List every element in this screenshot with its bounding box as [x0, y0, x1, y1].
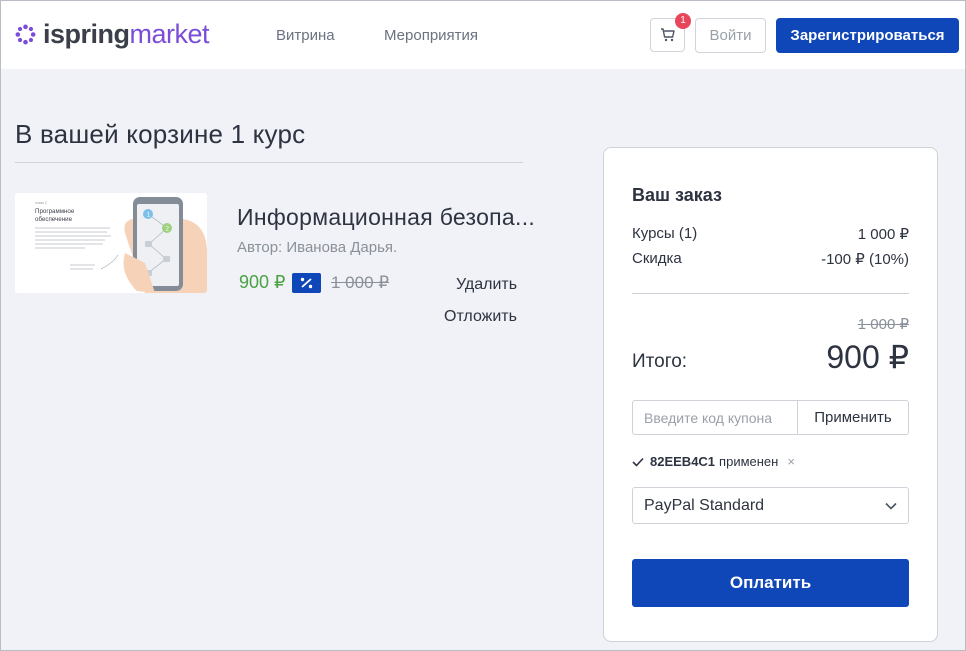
coupon-status: 82EEB4C1 применен × — [632, 454, 795, 469]
course-author: Автор: Иванова Дарья. — [237, 239, 398, 256]
total-price: 900 ₽ — [826, 339, 909, 375]
top-header: ispringmarket Витрина Мероприятия 1 Войт… — [1, 1, 965, 69]
logo-text-market: market — [129, 19, 210, 49]
pay-button[interactable]: Оплатить — [632, 559, 909, 607]
chevron-down-icon — [885, 502, 897, 510]
ispring-logo-icon — [15, 24, 36, 45]
course-title[interactable]: Информационная безопа... — [237, 204, 535, 231]
courses-sum-value: 1 000 ₽ — [857, 226, 909, 243]
login-button[interactable]: Войти — [695, 18, 766, 53]
svg-text:глава 2: глава 2 — [35, 201, 47, 205]
total-label: Итого: — [632, 351, 688, 372]
total-old-price: 1 000 ₽ — [857, 316, 909, 333]
thumb-heading-line2: обеспечение — [35, 216, 73, 223]
discount-value: -100 ₽ (10%) — [821, 251, 909, 268]
discount-label: Скидка — [632, 250, 682, 267]
order-divider — [632, 293, 909, 294]
course-price: 900 ₽ — [239, 272, 286, 292]
nav-events-link[interactable]: Мероприятия — [384, 27, 478, 44]
discount-icon — [292, 273, 321, 293]
payment-method-value: PayPal Standard — [644, 497, 765, 514]
postpone-course-button[interactable]: Отложить — [444, 308, 517, 326]
cart-icon — [660, 28, 675, 42]
applied-coupon-code: 82EEB4C1 — [650, 454, 716, 469]
close-icon[interactable]: × — [787, 454, 795, 469]
nav-showcase-link[interactable]: Витрина — [276, 27, 335, 44]
order-title: Ваш заказ — [632, 185, 722, 205]
page-title: В вашей корзине 1 курс — [15, 119, 306, 149]
course-thumbnail[interactable]: глава 2 Программное обеспечение 1 2 — [15, 193, 207, 293]
payment-method-select[interactable]: PayPal Standard — [632, 487, 909, 524]
register-button[interactable]: Зарегистрироваться — [776, 18, 959, 53]
check-icon — [632, 457, 644, 467]
coupon-code-input[interactable] — [632, 400, 798, 435]
course-thumbnail-illustration: глава 2 Программное обеспечение 1 2 — [15, 193, 207, 293]
order-summary-card: Ваш заказ Курсы (1) 1 000 ₽ Скидка -100 … — [603, 147, 938, 642]
title-divider — [15, 162, 523, 163]
courses-count-label: Курсы (1) — [632, 225, 698, 242]
logo-text-ispring: ispring — [43, 19, 130, 49]
ispring-market-logo[interactable]: ispringmarket — [14, 19, 210, 49]
cart-count-badge: 1 — [675, 13, 691, 29]
thumb-heading-line1: Программное — [35, 208, 75, 215]
delete-course-button[interactable]: Удалить — [456, 276, 517, 294]
course-old-price: 1 000 ₽ — [331, 273, 390, 292]
apply-coupon-button[interactable]: Применить — [797, 400, 909, 435]
coupon-applied-text: применен — [719, 454, 779, 469]
